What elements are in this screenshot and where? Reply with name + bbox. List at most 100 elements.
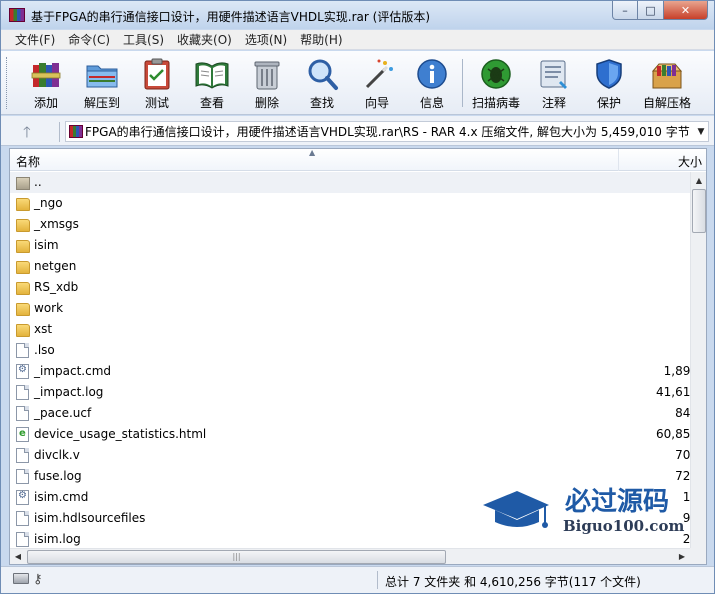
books-add-icon — [31, 63, 61, 87]
status-separator — [377, 571, 378, 589]
sort-ascending-icon: ▲ — [309, 148, 316, 157]
scroll-left-icon[interactable]: ◀ — [10, 549, 26, 564]
delete-button[interactable]: 删除 — [238, 53, 296, 113]
list-item[interactable]: netgen — [10, 256, 690, 277]
view-label: 查看 — [199, 96, 224, 110]
magnifier-icon — [308, 59, 338, 90]
parent-folder-icon — [16, 177, 30, 190]
scroll-up-icon[interactable]: ▲ — [691, 172, 706, 189]
menu-bar: 文件(F) 命令(C) 工具(S) 收藏夹(O) 选项(N) 帮助(H) — [1, 30, 714, 50]
sfx-box-icon — [651, 63, 683, 89]
delete-label: 删除 — [254, 96, 279, 110]
file-icon — [16, 511, 29, 526]
add-button[interactable]: 添加 — [17, 53, 75, 113]
list-item[interactable]: device_usage_statistics.html60,855 — [10, 424, 698, 445]
file-name: fuse.log — [34, 469, 82, 483]
drive-icon[interactable] — [13, 573, 29, 584]
wizard-button[interactable]: 向导 — [348, 53, 406, 113]
list-item[interactable]: _pace.ucf 842 — [10, 403, 698, 424]
list-item[interactable]: xst — [10, 319, 690, 340]
scroll-right-icon[interactable]: ▶ — [674, 549, 690, 564]
window-controls: – □ ✕ — [612, 1, 708, 21]
menu-help[interactable]: 帮助(H) — [294, 31, 349, 48]
info-button[interactable]: 信息 — [403, 53, 461, 113]
list-item[interactable]: .lso6 — [10, 340, 698, 361]
list-item[interactable]: .. — [10, 172, 690, 193]
command-file-icon — [16, 364, 29, 379]
maximize-button[interactable]: □ — [638, 1, 664, 20]
list-item[interactable]: _impact.cmd1,891 — [10, 361, 698, 382]
book-view-icon — [195, 62, 229, 89]
sfx-label: 自解压格 — [642, 96, 691, 110]
list-item[interactable]: work — [10, 298, 690, 319]
virus-scan-icon — [481, 59, 511, 89]
file-name: RS_xdb — [34, 280, 79, 294]
comment-label: 注释 — [541, 96, 566, 110]
file-name: netgen — [34, 259, 77, 273]
title-bar[interactable]: 基于FPGA的串行通信接口设计，用硬件描述语言VHDL实现.rar (评估版本)… — [1, 1, 714, 29]
file-name: .. — [34, 175, 42, 189]
winrar-app-icon — [9, 8, 25, 22]
list-item[interactable]: divclk.v 701 — [10, 445, 698, 466]
clipboard-test-icon — [144, 58, 170, 90]
graduation-cap-icon — [483, 491, 549, 528]
file-name: isim.hdlsourcefiles — [34, 511, 146, 525]
file-name: device_usage_statistics.html — [34, 427, 207, 441]
folder-extract-icon — [86, 65, 118, 88]
file-name: xst — [34, 322, 53, 336]
toolbar-separator — [462, 59, 463, 107]
menu-commands[interactable]: 命令(C) — [62, 31, 117, 48]
folder-icon — [16, 261, 30, 274]
folder-icon — [16, 303, 30, 316]
file-icon — [16, 406, 29, 421]
watermark-url: Biguo100.com — [563, 517, 685, 535]
archive-icon — [69, 125, 83, 138]
column-name-header[interactable]: 名称 ▲ — [10, 149, 619, 171]
up-one-level-icon[interactable]: 🡑 — [23, 122, 31, 147]
watermark: 必过源码 Biguo100.com — [477, 481, 687, 543]
menu-tools[interactable]: 工具(S) — [117, 31, 171, 48]
window-title: 基于FPGA的串行通信接口设计，用硬件描述语言VHDL实现.rar (评估版本) — [31, 10, 431, 24]
extract-to-label: 解压到 — [83, 96, 120, 110]
list-item[interactable]: _impact.log 41,612 — [10, 382, 698, 403]
menu-options[interactable]: 选项(N) — [239, 31, 294, 48]
minimize-button[interactable]: – — [612, 1, 638, 20]
vertical-scrollbar[interactable]: ▲ — [690, 172, 706, 548]
find-button[interactable]: 查找 — [293, 53, 351, 113]
test-button[interactable]: 测试 — [128, 53, 186, 113]
horizontal-scrollbar[interactable]: ◀ ||| ▶ — [10, 548, 690, 564]
toolbar-grip[interactable] — [6, 57, 9, 109]
extract-to-button[interactable]: 解压到 — [73, 53, 131, 113]
protect-label: 保护 — [596, 96, 621, 110]
address-field[interactable]: FPGA的串行通信接口设计，用硬件描述语言VHDL实现.rar\RS - RAR… — [65, 121, 709, 142]
comment-button[interactable]: 注释 — [525, 53, 583, 113]
horizontal-scroll-thumb[interactable]: ||| — [27, 550, 446, 564]
wizard-label: 向导 — [364, 96, 389, 110]
menu-file[interactable]: 文件(F) — [9, 31, 62, 48]
file-name: _xmsgs — [34, 217, 79, 231]
list-item[interactable]: RS_xdb — [10, 277, 690, 298]
file-name: divclk.v — [34, 448, 80, 462]
command-file-icon — [16, 490, 29, 505]
status-bar: ⚷ 总计 7 文件夹 和 4,610,256 字节(117 个文件) — [1, 566, 714, 593]
key-icon[interactable]: ⚷ — [33, 572, 43, 587]
folder-icon — [16, 219, 30, 232]
protect-button[interactable]: 保护 — [580, 53, 638, 113]
list-item[interactable]: _xmsgs — [10, 214, 690, 235]
list-item[interactable]: _ngo — [10, 193, 690, 214]
add-label: 添加 — [33, 96, 58, 110]
close-button[interactable]: ✕ — [664, 1, 708, 20]
chevron-down-icon[interactable]: ▼ — [694, 127, 708, 137]
view-button[interactable]: 查看 — [183, 53, 241, 113]
address-separator — [59, 122, 60, 142]
vertical-scroll-thumb[interactable] — [692, 189, 706, 233]
file-icon — [16, 532, 29, 547]
html-file-icon — [16, 427, 29, 442]
file-name: isim.cmd — [34, 490, 89, 504]
scan-virus-button[interactable]: 扫描病毒 — [467, 53, 525, 113]
sfx-button[interactable]: 自解压格 — [637, 53, 697, 113]
list-item[interactable]: isim — [10, 235, 690, 256]
column-size-header[interactable]: 大小 — [620, 149, 706, 171]
menu-favorites[interactable]: 收藏夹(O) — [171, 31, 239, 48]
trash-icon — [254, 61, 280, 90]
